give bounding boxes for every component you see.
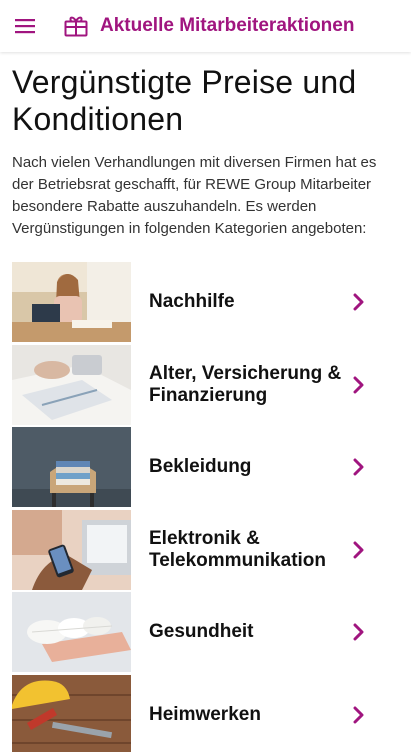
category-label: Elektronik & Telekommunikation bbox=[149, 527, 327, 571]
menu-button[interactable] bbox=[0, 0, 50, 52]
app-bar: Aktuelle Mitarbeiteraktionen bbox=[0, 0, 411, 52]
category-item-nachhilfe[interactable]: Nachhilfe bbox=[12, 261, 400, 344]
category-label: Gesundheit bbox=[149, 621, 254, 643]
chevron-right-icon bbox=[346, 541, 372, 559]
chevron-right-icon bbox=[346, 706, 372, 724]
category-label: Bekleidung bbox=[149, 456, 252, 478]
category-item-gesundheit[interactable]: Gesundheit bbox=[12, 591, 400, 674]
intro-text: Nach vielen Verhandlungen mit diversen F… bbox=[12, 154, 377, 237]
chevron-right-icon bbox=[346, 293, 372, 311]
chevron-right-icon bbox=[346, 376, 372, 394]
category-label: Nachhilfe bbox=[149, 291, 235, 313]
category-image-gesundheit bbox=[12, 592, 131, 673]
category-image-nachhilfe bbox=[12, 262, 131, 343]
chevron-right-icon bbox=[346, 623, 372, 641]
category-image-heimwerken bbox=[12, 674, 131, 752]
category-image-alter-versicherung bbox=[12, 344, 131, 425]
category-item-bekleidung[interactable]: Bekleidung bbox=[12, 426, 400, 509]
category-image-elektronik bbox=[12, 509, 131, 590]
app-bar-title: Aktuelle Mitarbeiteraktionen bbox=[100, 15, 355, 36]
category-label: Heimwerken bbox=[149, 703, 261, 725]
category-list: Nachhilfe Alter, Versicherung & Finanzie… bbox=[12, 261, 400, 752]
category-item-alter-versicherung-finanzierung[interactable]: Alter, Versicherung & Finanzierung bbox=[12, 344, 400, 427]
category-image-bekleidung bbox=[12, 427, 131, 508]
main-content: Vergünstigte Preise und Konditionen Nach… bbox=[12, 64, 400, 240]
category-item-heimwerken[interactable]: Heimwerken bbox=[12, 674, 400, 752]
chevron-right-icon bbox=[346, 458, 372, 476]
category-item-elektronik-telekommunikation[interactable]: Elektronik & Telekommunikation bbox=[12, 509, 400, 592]
category-label: Alter, Versicherung & Finanzierung bbox=[149, 362, 342, 406]
hamburger-menu-icon bbox=[15, 19, 35, 34]
page-title: Vergünstigte Preise und Konditionen bbox=[12, 64, 357, 137]
gift-icon bbox=[64, 12, 92, 40]
